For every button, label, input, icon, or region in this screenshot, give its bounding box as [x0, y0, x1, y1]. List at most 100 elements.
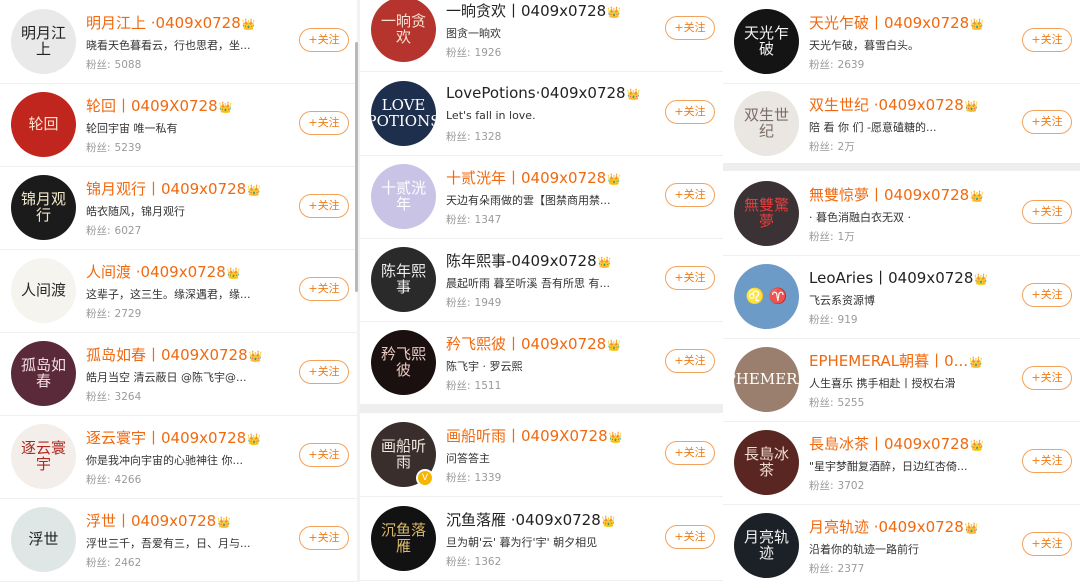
username-text: 陈年熙事-0409x0728 [446, 252, 597, 270]
follow-button[interactable]: +关注 [665, 183, 715, 207]
scrollbar[interactable] [355, 42, 358, 292]
username[interactable]: 一晌贪欢丨0409x0728👑 [446, 0, 621, 21]
user-row[interactable]: LOVE POTIONS LovePotions·0409x0728👑 Let's … [360, 72, 723, 156]
follow-button[interactable]: +关注 [299, 28, 349, 52]
user-row[interactable]: EPHEMERAL EPHEMERAL朝暮丨0...👑 人生喜乐 携手相赴丨授权右滑… [723, 338, 1080, 422]
user-row[interactable]: 一晌贪欢 一晌贪欢丨0409x0728👑 图贪一晌欢粉丝: 1926 +关注 [360, 0, 723, 72]
follow-button[interactable]: +关注 [1022, 283, 1072, 307]
follow-button[interactable]: +关注 [299, 194, 349, 218]
avatar[interactable]: 天光乍破 [734, 9, 799, 74]
user-row[interactable]: 天光乍破 天光乍破丨0409x0728👑 天光乍破，暮雪白头。 粉丝: 2639 +关注 [723, 0, 1080, 84]
username[interactable]: 轮回丨0409X0728👑 [86, 95, 232, 116]
username[interactable]: 長島冰茶丨0409x0728👑 [809, 433, 984, 454]
avatar[interactable]: 浮世 [11, 507, 76, 572]
user-row[interactable]: 明月江上 明月江上 ·0409x0728👑 晓看天色暮看云，行也思君，坐... 粉丝:… [0, 0, 357, 84]
avatar[interactable]: 明月江上 [11, 9, 76, 74]
follow-button[interactable]: +关注 [299, 277, 349, 301]
username[interactable]: 陈年熙事-0409x0728👑 [446, 250, 611, 271]
user-bio: 图贪一晌欢 [446, 27, 501, 40]
avatar[interactable]: 矜飞熙彼 [371, 330, 436, 395]
username[interactable]: 双生世纪 ·0409x0728👑 [809, 94, 978, 115]
avatar[interactable]: 逐云寰宇 [11, 424, 76, 489]
follow-button[interactable]: +关注 [665, 349, 715, 373]
username[interactable]: 人间渡 ·0409x0728👑 [86, 261, 240, 282]
username[interactable]: LovePotions·0409x0728👑 [446, 84, 640, 102]
crown-icon: 👑 [597, 256, 612, 269]
avatar[interactable]: 轮回 [11, 92, 76, 157]
username[interactable]: 十贰洸年丨0409x0728👑 [446, 167, 621, 188]
avatar-text: EPHEMERAL [734, 369, 799, 388]
user-row[interactable]: 長島冰茶 長島冰茶丨0409x0728👑 "星宇梦酣复酒醉，日边红杏倚... 粉丝: 3… [723, 421, 1080, 505]
username-text: 画船听雨丨0409X0728 [446, 427, 608, 445]
avatar[interactable]: ♌ ♈ [734, 264, 799, 329]
follower-count: 粉丝: 3264 [86, 389, 141, 404]
username[interactable]: 明月江上 ·0409x0728👑 [86, 12, 255, 33]
follower-count: 粉丝: 1362 [446, 554, 501, 569]
follower-count: 粉丝: 1926 [446, 45, 501, 60]
user-row[interactable]: 锦月观行 锦月观行丨0409x0728👑 皓衣随风，锦月观行 粉丝: 6027 +关注 [0, 166, 357, 250]
avatar[interactable]: 沉鱼落雁 [371, 506, 436, 571]
follow-button[interactable]: +关注 [299, 443, 349, 467]
avatar[interactable]: 人间渡 [11, 258, 76, 323]
username[interactable]: 矜飞熙彼丨0409x0728👑 [446, 333, 621, 354]
avatar[interactable]: LOVE POTIONS [371, 81, 436, 146]
user-row[interactable]: 浮世 浮世丨0409x0728👑 浮世三千，吾爱有三，日、月与... 粉丝: 2462 +… [0, 498, 357, 582]
username[interactable]: 月亮轨迹 ·0409x0728👑 [809, 516, 978, 537]
follow-button[interactable]: +关注 [299, 360, 349, 384]
username[interactable]: 锦月观行丨0409x0728👑 [86, 178, 261, 199]
avatar[interactable]: 陈年熙事 [371, 247, 436, 312]
user-row[interactable]: 無雙驚夢 無雙惊夢丨0409x0728👑 · 暮色消融白衣无双 · 粉丝: 1万 +关注 [723, 172, 1080, 256]
avatar[interactable]: 锦月观行 [11, 175, 76, 240]
avatar-text: 孤岛如春 [20, 355, 66, 390]
follow-button[interactable]: +关注 [1022, 200, 1072, 224]
follow-button[interactable]: +关注 [1022, 110, 1072, 134]
avatar[interactable]: EPHEMERAL [734, 347, 799, 412]
username[interactable]: 浮世丨0409x0728👑 [86, 510, 231, 531]
follow-button[interactable]: +关注 [665, 266, 715, 290]
avatar[interactable]: 月亮轨迹 [734, 513, 799, 578]
follower-label: 粉丝: [809, 563, 834, 575]
follow-button[interactable]: +关注 [1022, 366, 1072, 390]
user-row[interactable]: 轮回 轮回丨0409X0728👑 轮回宇宙 唯一私有 粉丝: 5239 +关注 [0, 83, 357, 167]
follower-label: 粉丝: [446, 214, 471, 226]
follow-button[interactable]: +关注 [1022, 449, 1072, 473]
follower-count: 粉丝: 2729 [86, 306, 141, 321]
username[interactable]: 孤岛如春丨0409X0728👑 [86, 344, 262, 365]
follow-button[interactable]: +关注 [299, 526, 349, 550]
user-row[interactable]: 陈年熙事 陈年熙事-0409x0728👑 晨起听雨 暮至听溪 吾有所思 有... 粉丝… [360, 238, 723, 322]
follower-value: 2639 [837, 59, 865, 71]
user-row[interactable]: 人间渡 人间渡 ·0409x0728👑 这辈子，这三生。缘深遇君，缘... 粉丝: 27… [0, 249, 357, 333]
follow-button[interactable]: +关注 [665, 100, 715, 124]
user-row[interactable]: ♌ ♈ LeoAries丨0409x0728👑 飞云系资源博 粉丝: 919 +关注 [723, 255, 1080, 339]
user-row[interactable]: 孤岛如春 孤岛如春丨0409X0728👑 皓月当空 清云蔽日 @陈飞宇@... 粉丝:… [0, 332, 357, 416]
user-row[interactable]: 十贰洸年 十贰洸年丨0409x0728👑 天边有朵雨做的雲【图禁商用禁... 粉丝: 1… [360, 155, 723, 239]
user-row[interactable]: 双生世纪 双生世纪 ·0409x0728👑 陪 看 你 们 -愿意磕糖的... 粉丝:… [723, 82, 1080, 166]
username-text: 無雙惊夢丨0409x0728 [809, 186, 970, 204]
username[interactable]: 画船听雨丨0409X0728👑 [446, 425, 622, 446]
follower-count: 粉丝: 2万 [809, 139, 855, 154]
follow-button[interactable]: +关注 [665, 441, 715, 465]
follow-button[interactable]: +关注 [299, 111, 349, 135]
avatar[interactable]: 双生世纪 [734, 91, 799, 156]
follow-button[interactable]: +关注 [1022, 28, 1072, 52]
user-row[interactable]: 沉鱼落雁 沉鱼落雁 ·0409x0728👑 旦为朝'云' 暮为行'宇' 朝夕相见 粉丝… [360, 497, 723, 581]
avatar[interactable]: 十贰洸年 [371, 164, 436, 229]
username[interactable]: 無雙惊夢丨0409x0728👑 [809, 184, 984, 205]
avatar[interactable]: 長島冰茶 [734, 430, 799, 495]
username[interactable]: LeoAries丨0409x0728👑 [809, 267, 988, 288]
user-row[interactable]: 画船听雨 V 画船听雨丨0409X0728👑 问答答主 粉丝: 1339 +关注 [360, 413, 723, 497]
username[interactable]: 沉鱼落雁 ·0409x0728👑 [446, 509, 615, 530]
username[interactable]: 逐云寰宇丨0409x0728👑 [86, 427, 261, 448]
username[interactable]: EPHEMERAL朝暮丨0...👑 [809, 350, 983, 371]
avatar[interactable]: 孤岛如春 [11, 341, 76, 406]
follow-button[interactable]: +关注 [1022, 532, 1072, 556]
follow-button[interactable]: +关注 [665, 16, 715, 40]
follow-button[interactable]: +关注 [665, 525, 715, 549]
username-text: 双生世纪 ·0409x0728 [809, 96, 964, 114]
avatar[interactable]: 無雙驚夢 [734, 181, 799, 246]
user-row[interactable]: 矜飞熙彼 矜飞熙彼丨0409x0728👑 陈飞宇 · 罗云熙 粉丝: 1511 +关注 [360, 321, 723, 405]
user-row[interactable]: 月亮轨迹 月亮轨迹 ·0409x0728👑 沿着你的轨迹一路前行 粉丝: 2377 +关注 [723, 504, 1080, 582]
user-row[interactable]: 逐云寰宇 逐云寰宇丨0409x0728👑 你是我冲向宇宙的心驰神往 你... 粉丝: 4… [0, 415, 357, 499]
avatar[interactable]: 一晌贪欢 [371, 0, 436, 62]
username[interactable]: 天光乍破丨0409x0728👑 [809, 12, 984, 33]
